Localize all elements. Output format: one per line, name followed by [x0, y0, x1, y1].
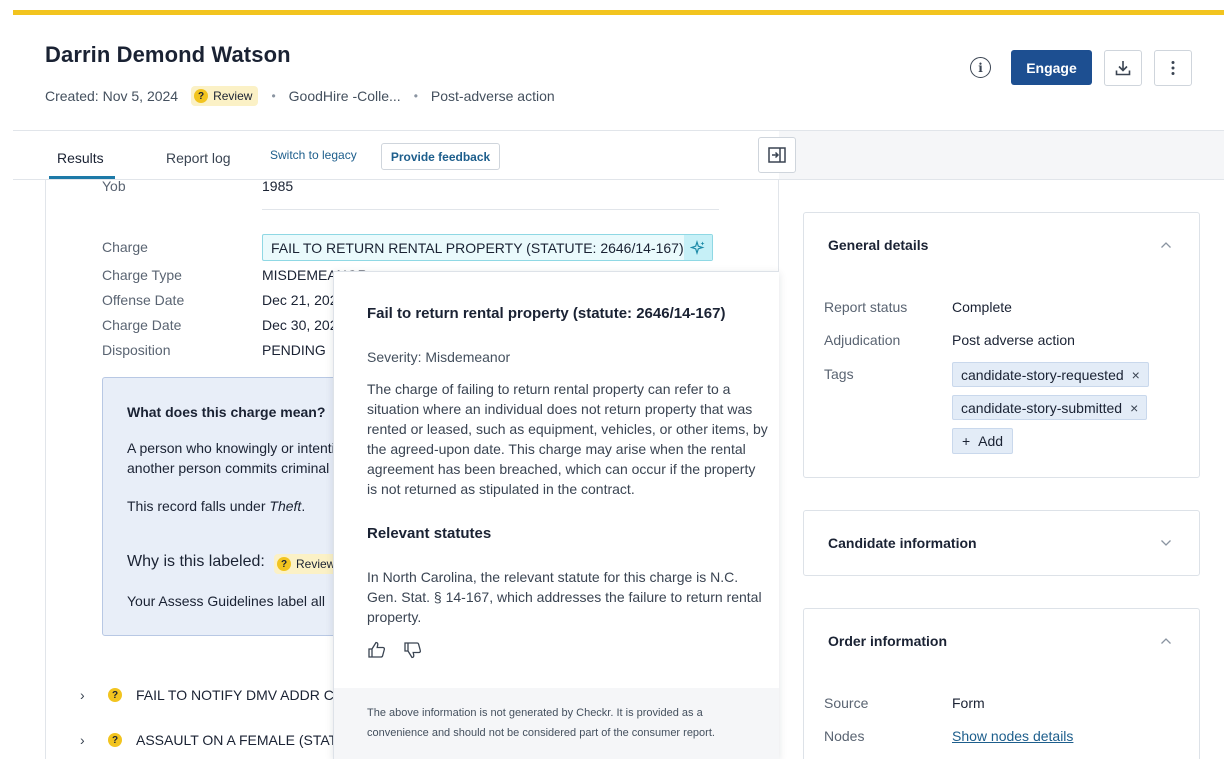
status-badge: ? Review — [191, 86, 259, 106]
sidebar-header-strip — [779, 131, 1224, 180]
yob-label: Yob — [102, 178, 126, 194]
record-row-label: ASSAULT ON A FEMALE (STATUTE — [136, 732, 366, 748]
close-icon[interactable]: × — [1130, 400, 1138, 416]
popover-footer — [334, 688, 779, 759]
account-name[interactable]: GoodHire -Colle... — [289, 88, 401, 104]
report-stage: Post-adverse action — [430, 88, 555, 104]
statute-line: Gen. Stat. § 14-167, which addresses the… — [367, 589, 762, 605]
why-status-badge: ? Review — [274, 554, 342, 574]
chevron-right-icon: › — [80, 687, 85, 703]
general-details-title[interactable]: General details — [828, 237, 928, 253]
panel-collapse-icon — [768, 147, 786, 163]
tag-label: candidate-story-submitted — [961, 399, 1123, 416]
record-row[interactable]: › ? ASSAULT ON A FEMALE (STATUTE — [80, 732, 365, 748]
report-status-value: Complete — [952, 299, 1012, 315]
popover-description-line: the agreed-upon date. This charge may ar… — [367, 441, 746, 457]
separator-dot: • — [271, 89, 276, 103]
popover-description-line: The charge of failing to return rental p… — [367, 381, 731, 397]
source-label: Source — [824, 695, 869, 711]
question-icon: ? — [108, 688, 122, 702]
charge-label: Charge — [102, 239, 148, 255]
popover-description-line: is not returned as stipulated in the con… — [367, 481, 635, 497]
record-category: This record falls under Theft. — [127, 498, 305, 514]
download-button[interactable] — [1104, 50, 1142, 86]
adjudication-value: Post adverse action — [952, 332, 1075, 348]
tags-label: Tags — [824, 366, 854, 382]
why-labeled-label: Why is this labeled: — [127, 553, 265, 570]
more-options-button[interactable] — [1154, 50, 1192, 86]
plus-icon: + — [961, 433, 971, 449]
show-nodes-details-link[interactable]: Show nodes details — [952, 728, 1073, 744]
disclaimer-line: The above information is not generated b… — [367, 707, 703, 719]
separator-dot: • — [413, 89, 418, 103]
close-icon[interactable]: × — [1132, 367, 1140, 383]
charge-date-label: Charge Date — [102, 317, 182, 333]
question-icon: ? — [194, 89, 209, 103]
question-icon: ? — [277, 557, 291, 571]
tag-chip: candidate-story-submitted × — [952, 395, 1148, 420]
ai-sparkle-icon[interactable] — [683, 235, 712, 260]
tag-label: candidate-story-requested — [961, 366, 1124, 383]
offense-date-label: Offense Date — [102, 292, 185, 308]
popover-severity: Severity: Misdemeanor — [367, 349, 511, 365]
candidate-name: Darrin Demond Watson — [45, 42, 291, 67]
explanation-title: What does this charge mean? — [127, 404, 326, 420]
statute-line: property. — [367, 609, 422, 625]
disposition-label: Disposition — [102, 342, 171, 358]
add-tag-button[interactable]: + Add — [952, 428, 1013, 454]
charge-type-label: Charge Type — [102, 267, 182, 283]
tab-results[interactable]: Results — [57, 150, 104, 166]
category-suffix: . — [301, 498, 306, 514]
top-accent-bar — [13, 10, 1224, 15]
disclaimer-line: convenience and should not be considered… — [367, 727, 715, 739]
report-meta: Created: Nov 5, 2024 ? Review • GoodHire… — [45, 86, 555, 106]
status-badge-label: Review — [213, 89, 253, 103]
guidelines-text: Your Assess Guidelines label all — [127, 593, 325, 609]
thumbs-down-icon[interactable] — [403, 640, 423, 660]
yob-value: 1985 — [262, 178, 294, 194]
collapse-panel-button[interactable] — [758, 137, 796, 173]
provide-feedback-button[interactable]: Provide feedback — [381, 143, 500, 170]
popover-description-line: agreement has been breached, which can o… — [367, 461, 756, 477]
popover-description-line: situation where an individual does not r… — [367, 401, 753, 417]
question-icon: ? — [108, 733, 122, 747]
category-prefix: This record falls under — [127, 498, 270, 514]
disposition-value: PENDING — [262, 342, 326, 358]
popover-title: Fail to return rental property (statute:… — [367, 305, 726, 322]
why-status-badge-label: Review — [296, 557, 336, 571]
statute-line: In North Carolina, the relevant statute … — [367, 569, 739, 585]
charge-value: FAIL TO RETURN RENTAL PROPERTY (STATUTE:… — [271, 239, 684, 256]
download-icon — [1115, 61, 1131, 76]
created-date: Created: Nov 5, 2024 — [45, 88, 179, 104]
charge-info-popover — [333, 271, 779, 759]
nodes-label: Nodes — [824, 728, 865, 744]
engage-button[interactable]: Engage — [1011, 50, 1092, 85]
thumbs-up-icon[interactable] — [367, 640, 387, 660]
chevron-up-icon[interactable] — [1160, 241, 1172, 249]
charge-chip[interactable]: FAIL TO RETURN RENTAL PROPERTY (STATUTE:… — [262, 234, 713, 261]
category-name: Theft — [269, 498, 302, 514]
info-icon[interactable]: i — [970, 57, 991, 78]
popover-description-line: rented or leased, such as equipment, veh… — [367, 421, 768, 437]
tag-chip: candidate-story-requested × — [952, 362, 1149, 387]
switch-to-legacy-link[interactable]: Switch to legacy — [270, 148, 357, 162]
tab-report-log[interactable]: Report log — [166, 150, 231, 166]
chevron-down-icon[interactable] — [1160, 539, 1172, 547]
record-divider — [262, 209, 719, 210]
candidate-information-title[interactable]: Candidate information — [828, 535, 977, 551]
relevant-statutes-title: Relevant statutes — [367, 525, 492, 542]
report-status-label: Report status — [824, 299, 908, 315]
chevron-up-icon[interactable] — [1160, 637, 1172, 645]
add-tag-label: Add — [978, 433, 1004, 449]
adjudication-label: Adjudication — [824, 332, 901, 348]
order-information-title[interactable]: Order information — [828, 633, 947, 649]
source-value: Form — [952, 695, 985, 711]
more-vertical-icon — [1171, 61, 1175, 75]
chevron-right-icon: › — [80, 732, 85, 748]
